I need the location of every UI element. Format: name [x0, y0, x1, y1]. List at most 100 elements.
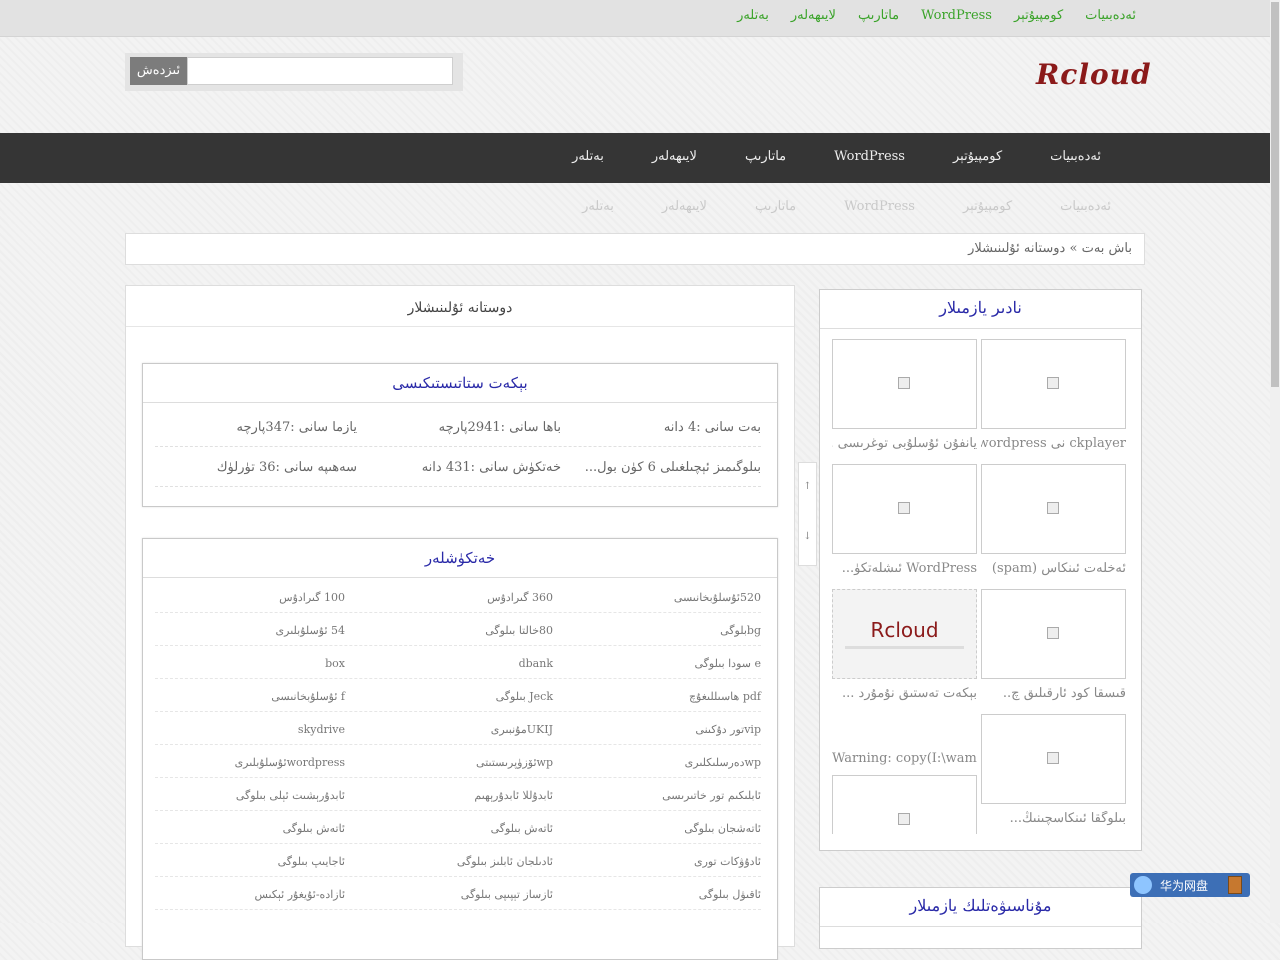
- stat-pages: بەت سانى :4 دانە: [663, 420, 761, 435]
- post-caption[interactable]: WordPress ئىشلەتكۈ...: [832, 561, 977, 576]
- tag-link[interactable]: 100 گىرادۇس: [145, 591, 345, 604]
- post-thumbnail[interactable]: [981, 339, 1126, 429]
- tag-link[interactable]: wpئۆزۈپرىستىتى: [353, 756, 553, 769]
- tag-link[interactable]: pdf ھاسىللىغۇچ: [561, 690, 761, 703]
- sidebar-featured: نادىر يازمىلار ckplayer نى wordpress يان…: [819, 289, 1142, 851]
- post-thumbnail[interactable]: [832, 339, 977, 429]
- tag-row: ئادۇۋكات تورى ئادىلجان ئابلىز بىلوگى ئاجاي…: [155, 843, 761, 877]
- tag-link[interactable]: ئاتەشجان بىلوگى: [561, 822, 761, 835]
- tag-link[interactable]: e سودا بىلوگى: [561, 657, 761, 670]
- tag-link[interactable]: vipتور دۇكىنى: [561, 723, 761, 736]
- broken-image-icon: [898, 813, 910, 825]
- post-thumbnail[interactable]: [981, 589, 1126, 679]
- ghostnav-designs: لايىھەلەر: [661, 199, 707, 214]
- post-caption[interactable]: بىلوگقا ئىنكاسچىنىڭ...: [981, 811, 1126, 826]
- topnav-wordpress[interactable]: WordPress: [921, 8, 992, 23]
- post-thumbnail-rcloud[interactable]: Rcloud: [832, 589, 977, 679]
- tag-link[interactable]: ئازساز تېپىپى بىلوگى: [353, 888, 553, 901]
- tag-link[interactable]: ئاتەش بىلوگى: [353, 822, 553, 835]
- tag-link[interactable]: bgبلوگى: [561, 624, 761, 637]
- sidebar-title: نادىر يازمىلار: [820, 290, 1141, 329]
- broken-image-icon: [898, 502, 910, 514]
- tag-link[interactable]: ئادۇۋكات تورى: [561, 855, 761, 868]
- ghostnav-computer: كومپيۇتېر: [962, 199, 1013, 214]
- tags-title: خەتكۈشلەر: [143, 539, 777, 578]
- mainnav-literature[interactable]: ئەدەبىيات: [1026, 149, 1125, 164]
- tag-link[interactable]: 54 ئۇسلۇبلىرى: [145, 624, 345, 637]
- mainnav-education[interactable]: ماتارىپ: [721, 149, 810, 164]
- tag-link[interactable]: ئازادە-ئۇيغۇر ئېكىس: [145, 888, 345, 901]
- stats-row: بەت سانى :4 دانە باھا سانى :2941پارچە يا…: [155, 406, 761, 447]
- search-button[interactable]: ئىزدەش: [130, 57, 187, 85]
- huawei-cloud-widget[interactable]: 华为网盘: [1130, 873, 1250, 897]
- bag-icon: [1228, 876, 1242, 894]
- post-thumbnail[interactable]: [832, 775, 977, 834]
- tag-link[interactable]: Jeck بىلوگى: [353, 690, 553, 703]
- mainnav-computer[interactable]: كومپيۇتېر: [929, 149, 1026, 164]
- breadcrumb-home[interactable]: باش بەت: [1082, 241, 1132, 256]
- tag-row: vipتور دۇكىنى UKIJمۇنبىرى skydrive: [155, 711, 761, 745]
- post-caption[interactable]: ئەخلەت ئىنكاس (spam): [981, 561, 1126, 576]
- post-caption[interactable]: Warning: copy(I:\wamp\w: [832, 751, 977, 766]
- sidebar-related-title: مۇناسىۋەتلىك يازمىلار: [820, 888, 1141, 927]
- sidebar-related: مۇناسىۋەتلىك يازمىلار: [819, 887, 1142, 949]
- mainnav-designs[interactable]: لايىھەلەر: [628, 149, 721, 164]
- scroll-up-icon[interactable]: ↑: [799, 481, 816, 492]
- post-thumbnail[interactable]: [981, 464, 1126, 554]
- tag-link[interactable]: wordpressئۇسلۇبلىرى: [145, 756, 345, 769]
- broken-image-icon: [1047, 627, 1059, 639]
- scroll-down-icon[interactable]: ↓: [799, 531, 816, 542]
- ghostnav-pages: بەتلەر: [582, 199, 614, 214]
- post-caption[interactable]: يانفۇن ئۇسلۇبى توغرىسى ..: [832, 436, 977, 451]
- broken-image-icon: [1047, 752, 1059, 764]
- broken-image-icon: [1047, 502, 1059, 514]
- post-caption[interactable]: بېكەت تەستىق نۇمۇرد ...: [832, 686, 977, 701]
- tag-link[interactable]: ئابلىكىم تور خاتىرىسى: [561, 789, 761, 802]
- tag-link[interactable]: box: [145, 657, 345, 670]
- stats-row: بىلوگىمىز ئېچىلغىلى 6 كۈن بول... خەتكۈش …: [155, 446, 761, 487]
- topnav-literature[interactable]: ئەدەبىيات: [1085, 8, 1136, 23]
- topnav-pages[interactable]: بەتلەر: [737, 8, 769, 23]
- huawei-label: 华为网盘: [1160, 879, 1209, 893]
- mainnav-wordpress[interactable]: WordPress: [810, 149, 929, 164]
- stat-age: بىلوگىمىز ئېچىلغىلى 6 كۈن بول...: [584, 460, 761, 475]
- stat-categories: سەھىپە سانى :36 تۈرلۈك: [216, 460, 357, 475]
- tag-row: e سودا بىلوگى dbank box: [155, 645, 761, 679]
- tag-link[interactable]: 360 گىرادۇس: [353, 591, 553, 604]
- search-box: ئىزدەش: [125, 53, 463, 91]
- tag-link[interactable]: skydrive: [145, 723, 345, 736]
- tag-link[interactable]: ئاجايىپ بىلوگى: [145, 855, 345, 868]
- ghostnav-education: ماتارىپ: [754, 199, 797, 214]
- tag-link[interactable]: f ئۇسلۇبخانىسى: [145, 690, 345, 703]
- tag-link[interactable]: ئاقىۋل بىلوگى: [561, 888, 761, 901]
- tag-row: pdf ھاسىللىغۇچ Jeck بىلوگى f ئۇسلۇبخانىسى: [155, 678, 761, 712]
- top-bar: ئەدەبىيات كومپيۇتېر WordPress ماتارىپ لا…: [0, 0, 1270, 37]
- tag-link[interactable]: 80خالتا بىلوگى: [353, 624, 553, 637]
- tag-link[interactable]: wpدەرسلىكلىرى: [561, 756, 761, 769]
- page-scrollbar[interactable]: [1270, 0, 1280, 923]
- tag-link[interactable]: dbank: [353, 657, 553, 670]
- topnav-designs[interactable]: لايىھەلەر: [791, 8, 836, 23]
- tag-link[interactable]: ئاتەش بىلوگى: [145, 822, 345, 835]
- post-caption[interactable]: ckplayer نى wordpress: [981, 436, 1126, 451]
- post-thumbnail[interactable]: [832, 464, 977, 554]
- breadcrumb-separator: »: [1069, 241, 1078, 256]
- site-logo[interactable]: Rcloud: [1036, 58, 1152, 91]
- mainnav-pages[interactable]: بەتلەر: [548, 149, 628, 164]
- tag-link[interactable]: UKIJمۇنبىرى: [353, 723, 553, 736]
- stat-posts: يازما سانى :347پارچە: [236, 420, 357, 435]
- tag-link[interactable]: ئابدۇرېشىت ئېلى بىلوگى: [145, 789, 345, 802]
- scrollbar-thumb[interactable]: [1271, 2, 1279, 387]
- topnav-computer[interactable]: كومپيۇتېر: [1014, 8, 1063, 23]
- post-caption[interactable]: قىسقا كود ئارقىلىق چ..: [981, 686, 1126, 701]
- scroll-controls: ↑ ↓: [798, 462, 817, 566]
- post-thumbnail[interactable]: [981, 714, 1126, 804]
- tag-link[interactable]: ئابدۇللا ئابدۇرېھىم: [353, 789, 553, 802]
- tag-link[interactable]: 520ئۇسلۇبخانىسى: [561, 591, 761, 604]
- topnav-education[interactable]: ماتارىپ: [858, 8, 899, 23]
- stat-tags: خەتكۈش سانى :431 دانە: [421, 460, 561, 475]
- rcloud-thumb-line: [845, 646, 964, 649]
- tag-link[interactable]: ئادىلجان ئابلىز بىلوگى: [353, 855, 553, 868]
- ghostnav-wordpress: WordPress: [844, 199, 915, 214]
- search-input[interactable]: [187, 57, 453, 85]
